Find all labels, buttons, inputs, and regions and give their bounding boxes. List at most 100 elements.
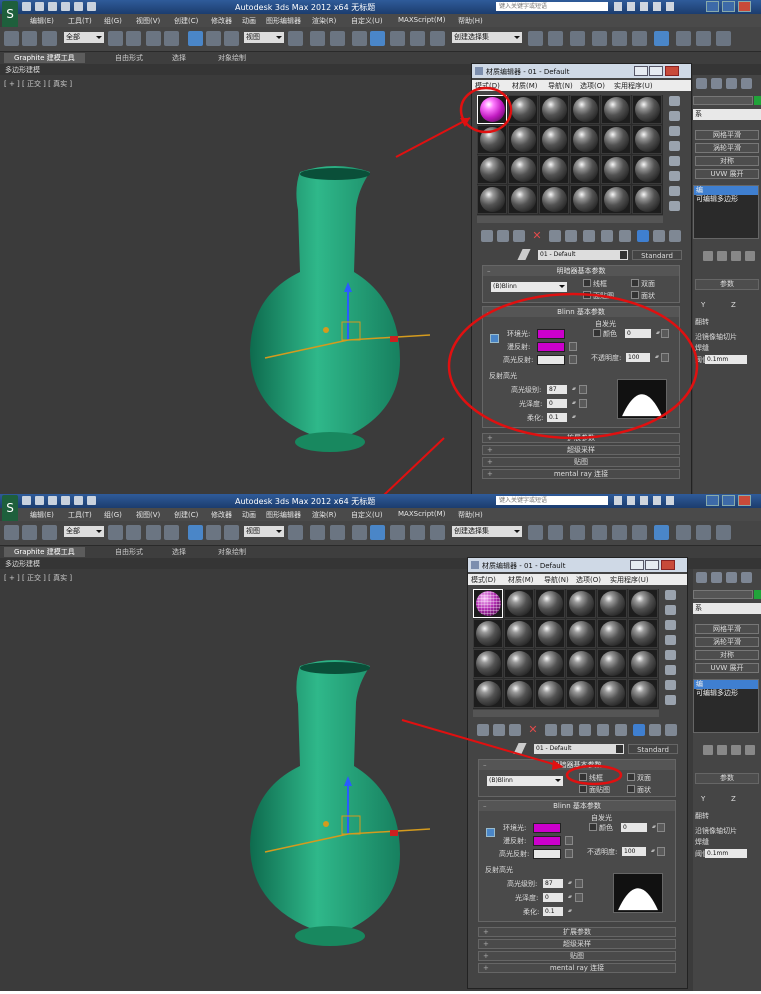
sample-slot[interactable]	[535, 679, 565, 708]
schematic-view-icon[interactable]	[632, 31, 647, 46]
select-by-material-icon[interactable]	[665, 695, 676, 705]
new-file-icon[interactable]	[22, 2, 31, 11]
binoculars-icon[interactable]	[614, 496, 622, 505]
ambient-color-swatch[interactable]	[533, 823, 561, 833]
specular-color-swatch[interactable]	[533, 849, 561, 859]
extended-params-rollout[interactable]: 扩展参数	[478, 927, 676, 937]
assign-to-selection-icon[interactable]	[509, 724, 521, 736]
sample-slot[interactable]	[539, 125, 569, 154]
symmetry-button[interactable]: 对称	[695, 156, 759, 166]
tab-freeform[interactable]: 自由形式	[115, 53, 143, 63]
help-search-input[interactable]: 键入关键字或短语	[496, 2, 608, 11]
rect-selection-icon[interactable]	[146, 525, 161, 540]
options-icon[interactable]	[669, 186, 680, 196]
snaps-toggle-icon[interactable]	[352, 31, 367, 46]
select-scale-icon[interactable]	[224, 525, 239, 540]
opacity-spinner[interactable]: 100	[622, 847, 654, 856]
me-menu-material[interactable]: 材质(M)	[508, 575, 534, 585]
configure-sets-icon[interactable]	[745, 745, 755, 755]
mental-ray-connection-rollout[interactable]: mental ray 连接	[482, 469, 680, 479]
menu-group[interactable]: 组(G)	[104, 510, 122, 520]
communication-icon[interactable]	[640, 496, 648, 505]
sample-slot[interactable]	[597, 679, 627, 708]
video-color-check-icon[interactable]	[665, 650, 676, 660]
stack-item-editable-poly[interactable]: 可编辑多边形	[694, 195, 758, 204]
3dsmax-logo-icon[interactable]: S	[2, 495, 18, 523]
self-illum-map-button[interactable]	[657, 823, 665, 832]
tab-object-paint[interactable]: 对象绘制	[218, 53, 246, 63]
menu-animation[interactable]: 动画	[242, 510, 256, 520]
me-menu-navigation[interactable]: 导航(N)	[544, 575, 569, 585]
me-maximize-button[interactable]	[649, 66, 663, 76]
sample-slot[interactable]	[597, 589, 627, 618]
vase-model[interactable]	[230, 654, 430, 954]
close-button[interactable]	[738, 495, 751, 506]
menu-customize[interactable]: 自定义(U)	[351, 510, 383, 520]
select-scale-icon[interactable]	[224, 31, 239, 46]
bind-space-warp-icon[interactable]	[42, 525, 57, 540]
show-map-icon[interactable]	[597, 724, 609, 736]
selection-filter-dropdown[interactable]: 全部	[64, 32, 104, 43]
put-to-library-icon[interactable]	[565, 230, 577, 242]
sample-slot-selected[interactable]	[473, 589, 503, 618]
pivot-center-icon[interactable]	[288, 525, 303, 540]
mirror-axis-z-radio[interactable]: Z	[731, 795, 736, 803]
graphite-toggle-icon[interactable]	[592, 31, 607, 46]
me-menu-mode[interactable]: 模式(D)	[475, 81, 500, 91]
sample-slot[interactable]	[535, 619, 565, 648]
backlight-icon[interactable]	[669, 111, 680, 121]
sample-type-icon[interactable]	[665, 590, 676, 600]
meshsmooth-button[interactable]: 网格平滑	[695, 624, 759, 634]
reference-coordinate-dropdown[interactable]: 视图	[244, 526, 284, 537]
render-setup-icon[interactable]	[676, 525, 691, 540]
close-button[interactable]	[738, 1, 751, 12]
me-menu-material[interactable]: 材质(M)	[512, 81, 538, 91]
material-editor-titlebar[interactable]: 材质编辑器 - 01 - Default	[468, 558, 687, 572]
select-by-material-icon[interactable]	[669, 201, 680, 211]
viewport-label[interactable]: [ + ] [ 正交 ] [ 真实 ]	[4, 573, 72, 583]
shader-rollout-header[interactable]: 明暗器基本参数	[483, 266, 679, 276]
assign-to-selection-icon[interactable]	[513, 230, 525, 242]
project-folder-icon[interactable]	[87, 496, 96, 505]
menu-rendering[interactable]: 渲染(R)	[312, 510, 336, 520]
maximize-button[interactable]	[722, 1, 735, 12]
diffuse-map-button[interactable]	[565, 836, 573, 845]
menu-maxscript[interactable]: MAXScript(M)	[398, 510, 445, 518]
spinner-snap-icon[interactable]	[410, 31, 425, 46]
diffuse-map-button[interactable]	[569, 342, 577, 351]
curve-editor-icon[interactable]	[612, 525, 627, 540]
minimize-button[interactable]	[706, 495, 719, 506]
material-navigator-icon[interactable]	[665, 724, 677, 736]
tab-selection[interactable]: 选择	[172, 53, 186, 63]
align-icon[interactable]	[548, 31, 563, 46]
material-type-button[interactable]: Standard	[628, 744, 678, 754]
me-close-button[interactable]	[661, 560, 675, 570]
specular-map-button[interactable]	[569, 355, 577, 364]
graphite-toggle-icon[interactable]	[592, 525, 607, 540]
self-illum-color-checkbox[interactable]: 颜色	[589, 823, 613, 833]
create-tab-icon[interactable]	[696, 572, 707, 583]
hierarchy-tab-icon[interactable]	[726, 572, 737, 583]
eyedropper-icon[interactable]	[517, 249, 531, 260]
sample-slot[interactable]	[628, 589, 658, 618]
select-by-name-icon[interactable]	[126, 31, 141, 46]
window-crossing-icon[interactable]	[164, 525, 179, 540]
keyboard-shortcut-icon[interactable]	[330, 31, 345, 46]
reference-coordinate-dropdown[interactable]: 视图	[244, 32, 284, 43]
wire-checkbox[interactable]: 线框	[583, 279, 607, 289]
show-end-result-icon[interactable]	[717, 745, 727, 755]
sample-slot[interactable]	[601, 125, 631, 154]
opacity-map-button[interactable]	[657, 847, 665, 856]
motion-tab-icon[interactable]	[741, 78, 752, 89]
sample-slot[interactable]	[566, 679, 596, 708]
render-setup-icon[interactable]	[676, 31, 691, 46]
sample-slot[interactable]	[508, 185, 538, 214]
me-menu-utilities[interactable]: 实用程序(U)	[610, 575, 649, 585]
sample-slot[interactable]	[504, 619, 534, 648]
show-end-result-icon[interactable]	[717, 251, 727, 261]
reset-map-icon[interactable]: ✕	[527, 724, 539, 736]
diffuse-color-swatch[interactable]	[537, 342, 565, 352]
threshold-spinner[interactable]: 0.1mm	[705, 849, 747, 858]
sample-uv-tiling-icon[interactable]	[669, 141, 680, 151]
put-to-library-icon[interactable]	[561, 724, 573, 736]
